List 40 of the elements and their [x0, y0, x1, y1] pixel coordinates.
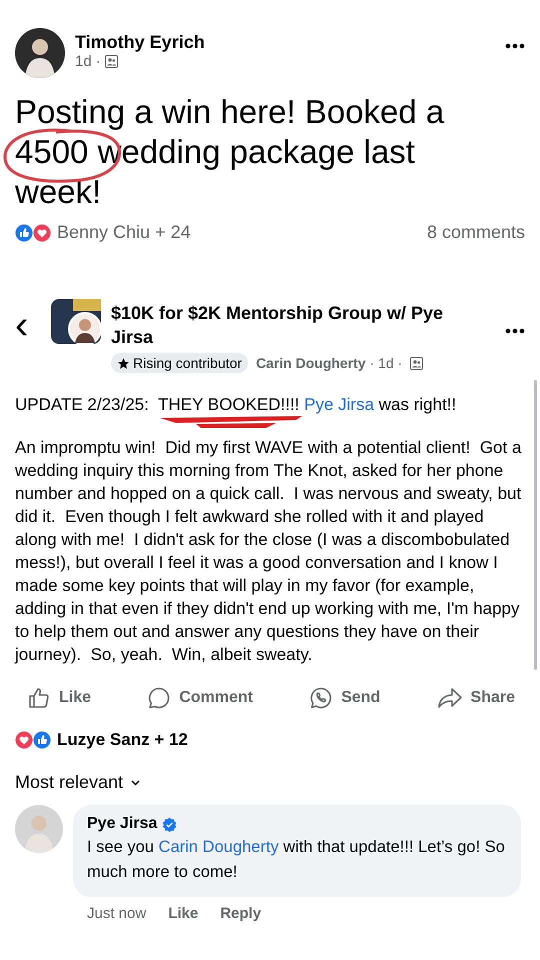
chevron-down-icon	[131, 780, 140, 786]
comment-author[interactable]: Pye Jirsa	[87, 815, 158, 833]
avatar[interactable]	[15, 28, 65, 78]
comment-action-link[interactable]: Like	[168, 905, 198, 922]
comment-count[interactable]: 8 comments	[426, 222, 525, 243]
post-time: 1d	[75, 53, 92, 70]
author-name[interactable]: Timothy Eyrich	[75, 32, 205, 52]
phone-chat-icon	[309, 686, 334, 710]
reaction-names[interactable]: Luzye Sanz + 12	[57, 730, 188, 750]
star-icon	[117, 356, 130, 370]
speech-bubble-icon	[147, 686, 172, 710]
share-arrow-icon	[436, 686, 463, 710]
more-options-icon[interactable]	[505, 43, 525, 49]
post-paragraph: An impromptu win! Did my first WAVE with a potential client! Got a wedding inquiry this morning from The Knot, asked for her phone number and hopped on a quick call. I was nervous and sweaty, but did it. Even though I felt awkward she rolled with it and played along with me! I didn't ask for the close (I was a discombobulated mess!), but overall I feel it was a good conversation and I know I made some key points that will play in my favor (for example, adding in that even if they didn't end up working with me, I'm happy to help them out and answer any questions they have on their journey). So, yeah. Win, albeit sweaty.	[15, 437, 522, 666]
post-time: · 1d ·	[370, 355, 402, 371]
thumbs-up-icon	[27, 686, 51, 710]
audience-icon	[410, 356, 424, 370]
reaction-names[interactable]: Benny Chiu + 24	[57, 222, 191, 243]
send-button[interactable]: Send	[309, 686, 380, 710]
separator-dot: ·	[96, 53, 101, 70]
like-reaction-icon	[15, 224, 33, 242]
post-author[interactable]: Carin Dougherty	[256, 355, 366, 371]
mention-link[interactable]: Pye Jirsa	[304, 395, 374, 414]
heart-reaction-icon	[15, 731, 33, 749]
comment-button[interactable]: Comment	[147, 686, 253, 710]
back-chevron[interactable]: ‹	[15, 305, 41, 345]
audience-icon	[104, 55, 118, 68]
mention-link[interactable]: Carin Dougherty	[158, 838, 279, 856]
contributor-badge: Rising contributor	[111, 353, 248, 373]
comment-time: Just now	[87, 905, 146, 922]
comment-action-link[interactable]: Reply	[220, 905, 262, 922]
more-options-icon[interactable]	[505, 328, 525, 334]
share-button[interactable]: Share	[436, 686, 515, 710]
heart-reaction-icon	[33, 224, 51, 242]
sort-dropdown[interactable]: Most relevant	[15, 772, 140, 793]
like-button[interactable]: Like	[27, 686, 92, 710]
post-paragraph: UPDATE 2/23/25: THEY BOOKED!!!! Pye Jirsa was right!!	[15, 393, 525, 416]
group-name[interactable]: $10K for $2K Mentorship Group w/ Pye Jirsa	[111, 301, 461, 349]
like-reaction-icon	[33, 731, 51, 749]
comment-text: I see you Carin Dougherty with that update!!! Let’s go! So much more to come!	[87, 837, 506, 883]
